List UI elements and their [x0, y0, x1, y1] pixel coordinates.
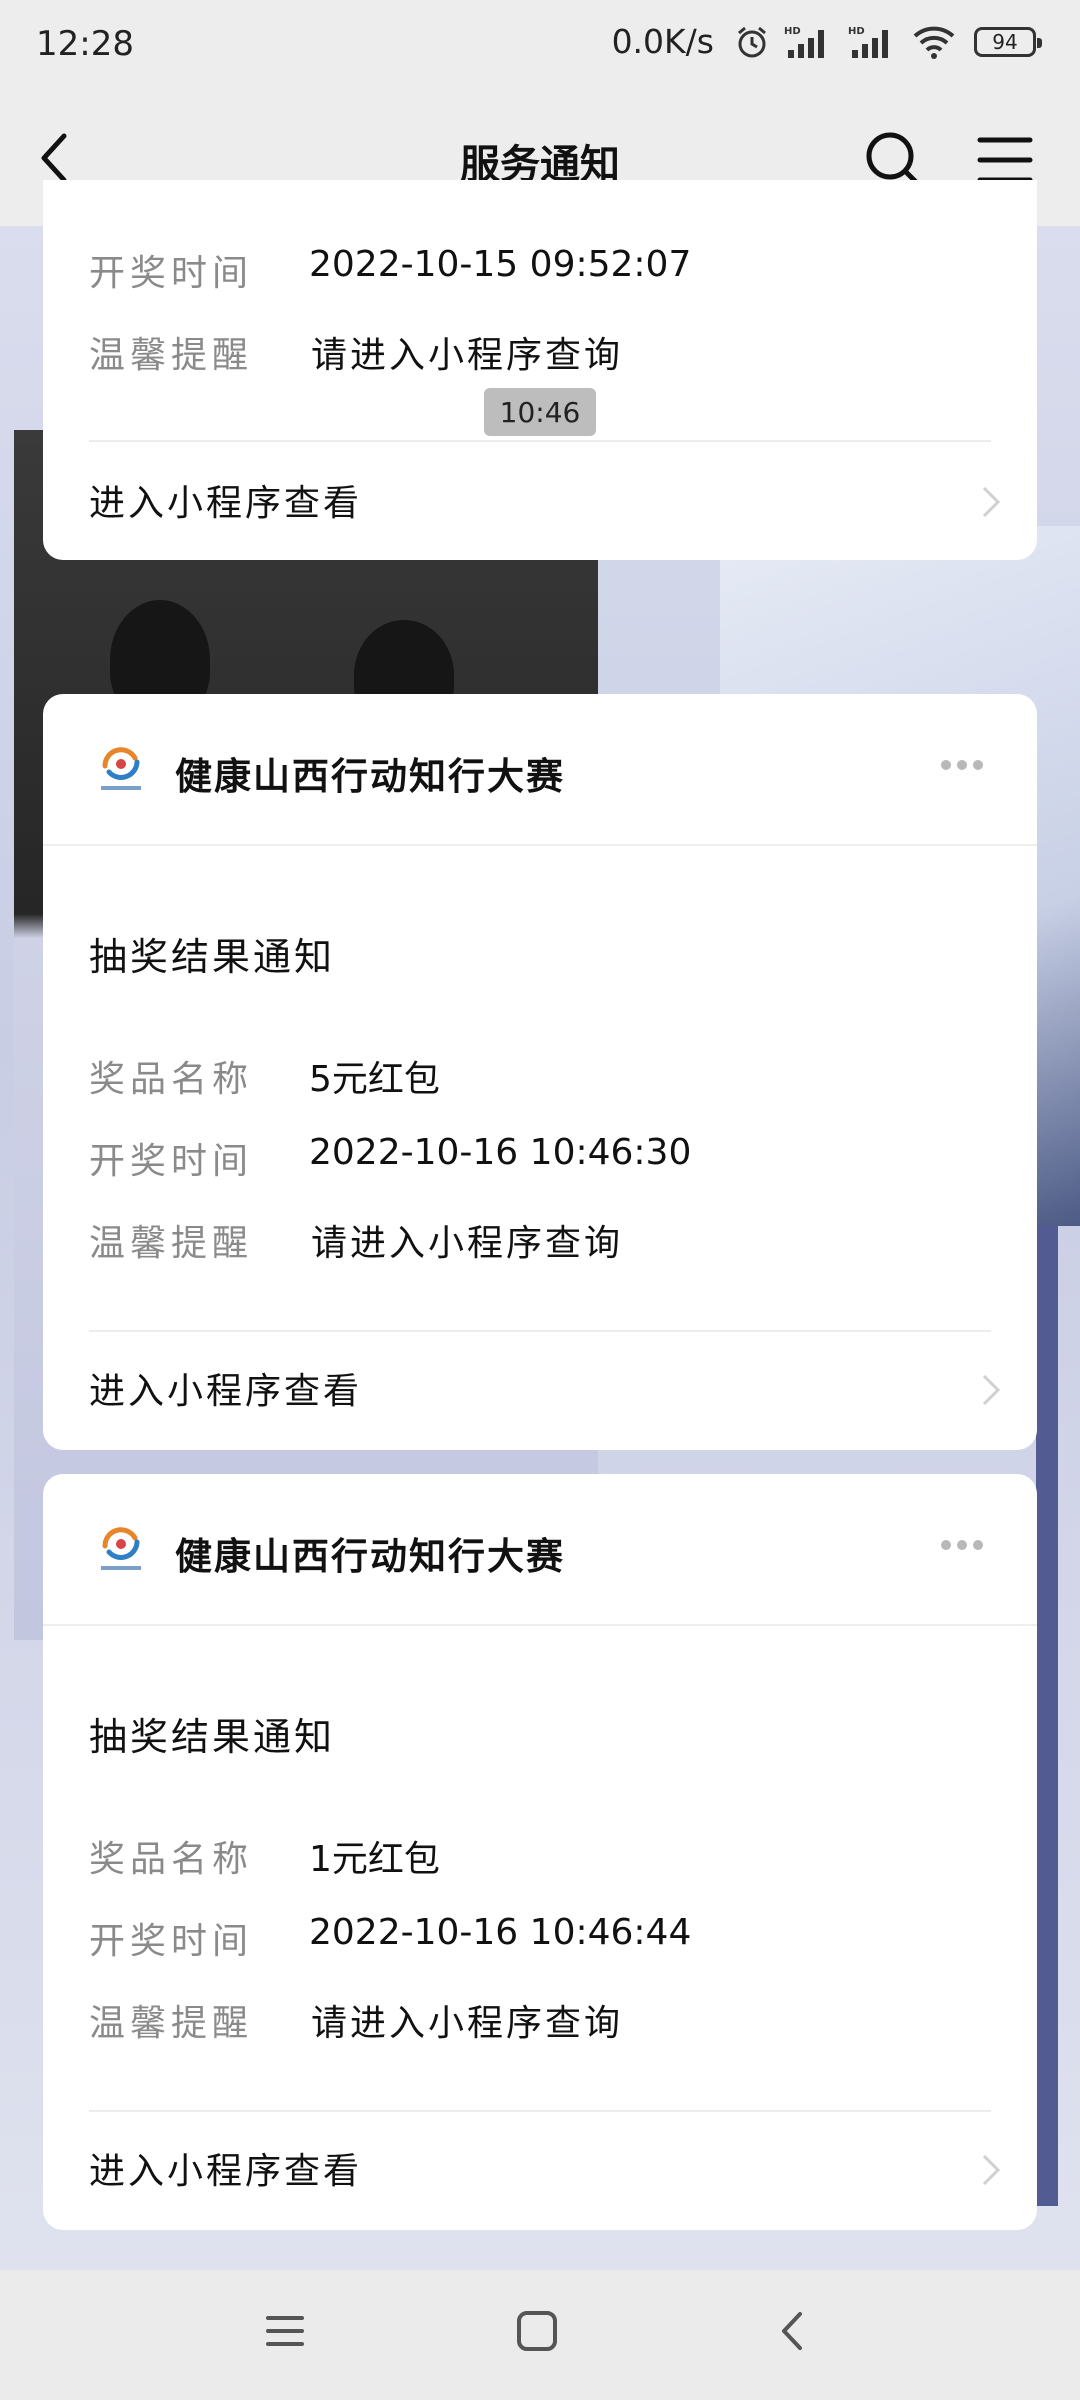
- status-time: 12:28: [36, 24, 134, 64]
- open-mini-program-link[interactable]: 进入小程序查看: [43, 442, 1037, 560]
- open-mini-program-link[interactable]: 进入小程序查看: [43, 1332, 1037, 1450]
- row-value: 2022-10-16 10:46:30: [309, 1132, 692, 1173]
- more-icon[interactable]: [941, 760, 983, 770]
- row-label: 开奖时间: [89, 1141, 254, 1182]
- row-label: 温馨提醒: [89, 335, 254, 376]
- app-logo-icon: [101, 1527, 141, 1570]
- row-value: 2022-10-15 09:52:07: [309, 244, 692, 285]
- open-mini-program-label: 进入小程序查看: [89, 2151, 363, 2192]
- card-source-name: 健康山西行动知行大赛: [175, 755, 565, 798]
- card-header[interactable]: 健康山西行动知行大赛: [43, 1474, 1037, 1626]
- open-mini-program-label: 进入小程序查看: [89, 1371, 363, 1412]
- chevron-right-icon: [982, 2154, 1001, 2186]
- row-value: 1元红包: [309, 1839, 440, 1880]
- message-timestamp: 10:46: [484, 388, 596, 436]
- battery-icon: 94: [974, 26, 1042, 57]
- chevron-right-icon: [982, 1374, 1001, 1406]
- more-icon[interactable]: [941, 1540, 983, 1550]
- card-header[interactable]: 健康山西行动知行大赛: [43, 694, 1037, 846]
- open-mini-program-link[interactable]: 进入小程序查看: [43, 2112, 1037, 2230]
- row-value: 2022-10-16 10:46:44: [309, 1912, 692, 1953]
- back-icon[interactable]: [770, 2308, 816, 2354]
- status-icons: 0.0K/s HD HD 94: [611, 22, 1042, 61]
- notification-card: 健康山西行动知行大赛 抽奖结果通知 奖品名称 5元红包 开奖时间 2022-10…: [43, 694, 1037, 1450]
- row-value: 请进入小程序查询: [311, 335, 624, 376]
- app-logo-icon: [101, 747, 141, 790]
- notification-card: 健康山西行动知行大赛 抽奖结果通知 奖品名称 1元红包 开奖时间 2022-10…: [43, 1474, 1037, 2230]
- svg-text:HD: HD: [848, 26, 865, 37]
- row-label: 温馨提醒: [89, 1223, 254, 1264]
- svg-text:HD: HD: [784, 26, 801, 37]
- open-mini-program-label: 进入小程序查看: [89, 483, 363, 524]
- wifi-icon: [913, 26, 955, 59]
- system-nav-bar: [0, 2270, 1080, 2400]
- recents-icon[interactable]: [262, 2308, 308, 2354]
- row-label: 开奖时间: [89, 253, 254, 294]
- background-stripe: [1036, 1226, 1058, 2206]
- row-value: 请进入小程序查询: [311, 1223, 624, 1264]
- row-value: 请进入小程序查询: [311, 2003, 624, 2044]
- row-label: 开奖时间: [89, 1921, 254, 1962]
- alarm-icon: [738, 26, 766, 57]
- hd-signal-icon: HD: [848, 26, 888, 58]
- status-bar: 12:28 0.0K/s HD HD 94: [0, 0, 1080, 92]
- network-speed: 0.0K/s: [611, 22, 714, 61]
- row-label: 奖品名称: [89, 1839, 254, 1880]
- card-source-name: 健康山西行动知行大赛: [175, 1535, 565, 1578]
- card-title: 抽奖结果通知: [89, 1715, 336, 1759]
- hd-signal-icon: HD: [784, 26, 824, 58]
- notification-card: 开奖时间 2022-10-15 09:52:07 温馨提醒 请进入小程序查询 进…: [43, 180, 1037, 560]
- chevron-right-icon: [982, 486, 1001, 518]
- card-title: 抽奖结果通知: [89, 935, 336, 979]
- row-label: 温馨提醒: [89, 2003, 254, 2044]
- row-label: 奖品名称: [89, 1059, 254, 1100]
- battery-level: 94: [992, 29, 1018, 54]
- home-icon[interactable]: [514, 2308, 560, 2354]
- row-value: 5元红包: [309, 1059, 440, 1100]
